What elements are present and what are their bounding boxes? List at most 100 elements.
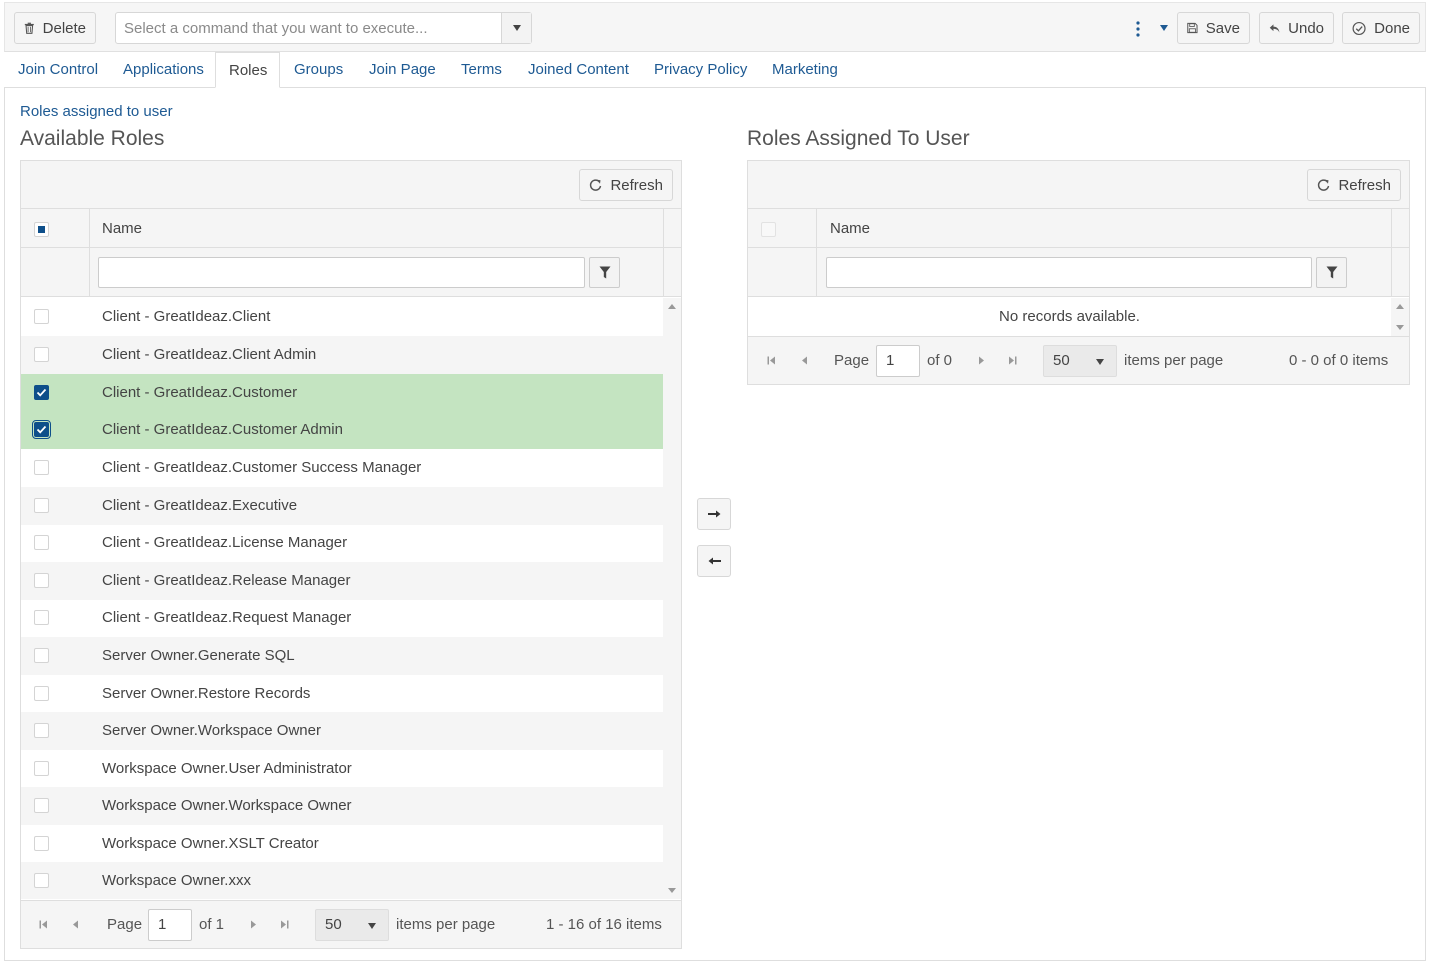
first-page-icon[interactable] [39, 920, 48, 929]
scroll-up-icon[interactable] [1396, 304, 1404, 309]
refresh-button[interactable]: Refresh [579, 169, 673, 201]
table-row[interactable]: Client - GreatIdeaz.Client [21, 298, 663, 336]
scroll-up-icon[interactable] [668, 304, 676, 309]
table-row[interactable]: Workspace Owner.xxx [21, 862, 663, 899]
vertical-scrollbar[interactable] [663, 298, 681, 899]
name-filter-input[interactable] [98, 257, 585, 288]
refresh-icon [590, 178, 602, 191]
tab-marketing[interactable]: Marketing [759, 52, 851, 88]
page-input[interactable]: 1 [876, 345, 920, 377]
chevron-down-icon [368, 923, 376, 929]
roles-assigned-link[interactable]: Roles assigned to user [20, 103, 173, 120]
options-dropdown-icon[interactable] [1160, 25, 1168, 31]
refresh-button[interactable]: Refresh [1307, 169, 1401, 201]
tab-terms[interactable]: Terms [448, 52, 515, 88]
row-checkbox[interactable] [34, 573, 49, 588]
filter-button[interactable] [589, 257, 620, 288]
table-row[interactable]: Client - GreatIdeaz.Client Admin [21, 336, 663, 374]
table-row[interactable]: Client - GreatIdeaz.Customer Admin [21, 411, 663, 449]
save-button[interactable]: Save [1177, 12, 1250, 44]
row-checkbox[interactable] [34, 723, 49, 738]
role-name: Client - GreatIdeaz.Executive [102, 497, 298, 514]
more-options-icon[interactable] [1135, 20, 1141, 38]
done-button[interactable]: Done [1342, 12, 1420, 44]
row-checkbox[interactable] [34, 309, 49, 324]
vertical-scrollbar[interactable] [1391, 298, 1409, 336]
row-checkbox[interactable] [34, 761, 49, 776]
scroll-down-icon[interactable] [1396, 325, 1404, 330]
row-checkbox[interactable] [32, 420, 51, 439]
command-dropdown-button[interactable] [501, 13, 531, 43]
select-all-checkbox[interactable] [34, 222, 49, 237]
row-checkbox[interactable] [34, 535, 49, 550]
tab-privacy-policy[interactable]: Privacy Policy [641, 52, 760, 88]
row-checkbox[interactable] [34, 836, 49, 851]
last-page-icon[interactable] [1008, 356, 1017, 365]
assigned-roles-grid: Refresh Name No records available. Page … [747, 160, 1410, 385]
table-row[interactable]: Client - GreatIdeaz.Release Manager [21, 562, 663, 600]
row-checkbox[interactable] [34, 648, 49, 663]
next-page-icon[interactable] [978, 356, 985, 365]
name-filter-input[interactable] [826, 257, 1312, 288]
name-column-header[interactable]: Name [102, 220, 142, 237]
delete-button[interactable]: Delete [14, 12, 96, 44]
table-row[interactable]: Client - GreatIdeaz.License Manager [21, 524, 663, 562]
row-checkbox[interactable] [34, 610, 49, 625]
row-checkbox[interactable] [34, 460, 49, 475]
role-name: Workspace Owner.Workspace Owner [102, 797, 352, 814]
refresh-label: Refresh [610, 176, 663, 194]
table-row[interactable]: Client - GreatIdeaz.Executive [21, 487, 663, 525]
page-size-select[interactable]: 50 [315, 909, 389, 941]
row-checkbox[interactable] [34, 798, 49, 813]
table-row[interactable]: Client - GreatIdeaz.Customer [21, 374, 663, 412]
role-name: Workspace Owner.XSLT Creator [102, 835, 319, 852]
table-row[interactable]: Client - GreatIdeaz.Request Manager [21, 599, 663, 637]
tab-applications[interactable]: Applications [110, 52, 217, 88]
move-left-button[interactable] [697, 545, 731, 577]
undo-button[interactable]: Undo [1259, 12, 1334, 44]
row-checkbox[interactable] [34, 498, 49, 513]
tab-join-control[interactable]: Join Control [5, 52, 111, 88]
role-name: Server Owner.Generate SQL [102, 647, 295, 664]
table-row[interactable]: Workspace Owner.XSLT Creator [21, 825, 663, 863]
last-page-icon[interactable] [280, 920, 289, 929]
grid-filter-row [21, 248, 681, 297]
move-right-button[interactable] [697, 498, 731, 530]
row-checkbox[interactable] [34, 686, 49, 701]
checkmark-icon [36, 388, 47, 397]
table-row[interactable]: Workspace Owner.User Administrator [21, 750, 663, 788]
page-size-select[interactable]: 50 [1043, 345, 1117, 377]
main-toolbar: Delete Select a command that you want to… [4, 2, 1426, 52]
role-name: Client - GreatIdeaz.Client [102, 308, 271, 325]
table-row[interactable]: Server Owner.Generate SQL [21, 637, 663, 675]
page-of-label: of 1 [199, 916, 225, 933]
prev-page-icon[interactable] [801, 356, 808, 365]
tab-groups[interactable]: Groups [281, 52, 356, 88]
page-input[interactable]: 1 [148, 909, 192, 941]
chevron-down-icon [512, 25, 521, 31]
tab-roles[interactable]: Roles [215, 52, 280, 88]
role-name: Client - GreatIdeaz.Release Manager [102, 572, 351, 589]
assigned-roles-heading: Roles Assigned To User [747, 127, 970, 150]
table-row[interactable]: Workspace Owner.Workspace Owner [21, 787, 663, 825]
grid-pager: Page 1 of 0 50 items per page 0 - 0 of 0… [748, 336, 1409, 384]
next-page-icon[interactable] [250, 920, 257, 929]
scroll-down-icon[interactable] [668, 888, 676, 893]
pager-summary: 0 - 0 of 0 items [1289, 352, 1389, 369]
row-checkbox[interactable] [34, 385, 49, 400]
command-select[interactable]: Select a command that you want to execut… [115, 12, 532, 44]
table-row[interactable]: Client - GreatIdeaz.Customer Success Man… [21, 449, 663, 487]
tab-join-page[interactable]: Join Page [356, 52, 449, 88]
row-checkbox[interactable] [34, 873, 49, 888]
grid-header: Name [21, 209, 681, 248]
row-checkbox[interactable] [34, 347, 49, 362]
table-row[interactable]: Server Owner.Restore Records [21, 675, 663, 713]
table-row[interactable]: Server Owner.Workspace Owner [21, 712, 663, 750]
prev-page-icon[interactable] [72, 920, 79, 929]
first-page-icon[interactable] [767, 356, 776, 365]
name-column-header[interactable]: Name [830, 220, 870, 237]
select-all-checkbox[interactable] [761, 222, 776, 237]
undo-icon [1269, 23, 1280, 33]
filter-button[interactable] [1316, 257, 1347, 288]
tab-joined-content[interactable]: Joined Content [515, 52, 642, 88]
